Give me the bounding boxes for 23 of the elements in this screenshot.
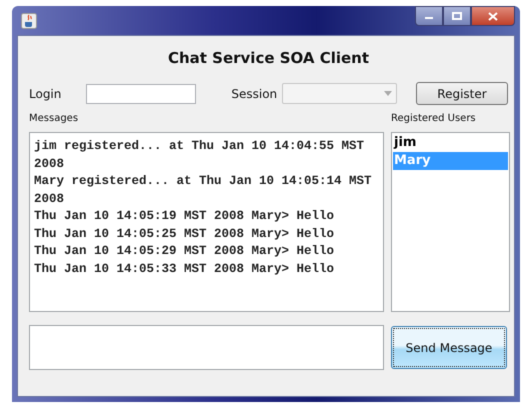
message-line: jim registered... at Thu Jan 10 14:04:55 MST 2008 xyxy=(34,138,366,172)
minimize-button[interactable] xyxy=(415,6,443,26)
dropdown-arrow-icon xyxy=(384,91,392,96)
login-field[interactable] xyxy=(86,84,196,104)
login-label: Login xyxy=(29,86,62,100)
message-line: Thu Jan 10 14:05:29 MST 2008 Mary> Hello xyxy=(34,243,336,260)
message-line: Mary registered... at Thu Jan 10 14:05:14 MST 2008 xyxy=(34,173,373,208)
message-line: Thu Jan 10 14:05:25 MST 2008 Mary> Hello xyxy=(34,226,336,242)
message-line: Thu Jan 10 14:05:19 MST 2008 Mary> Hello xyxy=(34,208,336,225)
maximize-icon xyxy=(452,12,462,20)
close-button[interactable] xyxy=(471,6,515,26)
coffee-cup-icon xyxy=(21,12,37,28)
message-line: Thu Jan 10 14:05:33 MST 2008 Mary> Hello xyxy=(34,260,336,278)
user-item[interactable]: jim xyxy=(393,134,508,152)
users-label: Registered Users xyxy=(391,113,477,124)
session-label: Session xyxy=(231,86,278,100)
register-button[interactable]: Register xyxy=(416,82,508,105)
close-icon xyxy=(488,12,498,20)
window-title: Chat Service SOA Client xyxy=(166,49,370,67)
maximize-button[interactable] xyxy=(443,6,471,26)
messages-label: Messages xyxy=(29,113,80,124)
send-message-button[interactable]: Send Message xyxy=(391,326,507,369)
message-input-field[interactable] xyxy=(29,325,384,370)
